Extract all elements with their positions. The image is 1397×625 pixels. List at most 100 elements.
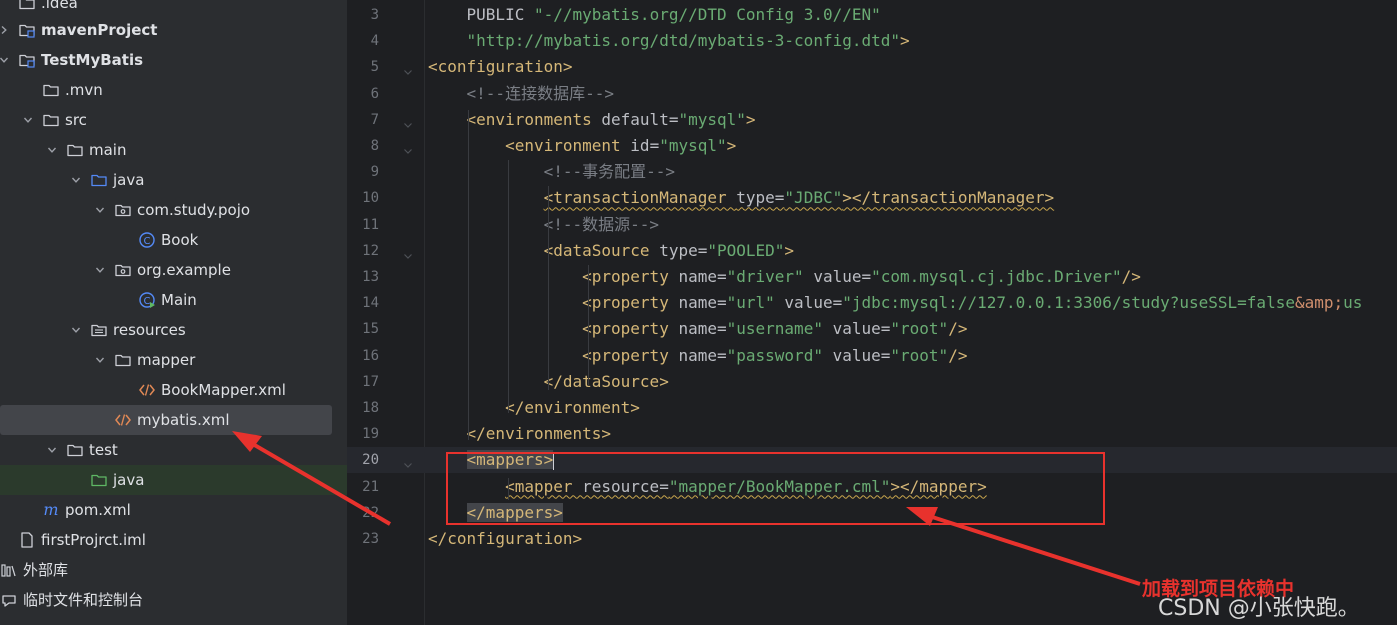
tree-item[interactable]: resources <box>0 315 347 345</box>
code-line[interactable]: 19 </environments> <box>347 421 1397 447</box>
chevron-down-icon[interactable] <box>46 435 58 465</box>
tree-item[interactable]: 临时文件和控制台 <box>0 585 347 615</box>
code-line[interactable]: 3 PUBLIC "-//mybatis.org//DTD Config 3.0… <box>347 2 1397 28</box>
code-line[interactable]: 22 </mappers> <box>347 500 1397 526</box>
code-line[interactable]: 8 <environment id="mysql"> <box>347 133 1397 159</box>
code-token: <mappers> <box>466 450 554 470</box>
code-line[interactable]: 18 </environment> <box>347 395 1397 421</box>
iml-file-icon <box>18 531 36 549</box>
code-line[interactable]: 10 <transactionManager type="JDBC"></tra… <box>347 185 1397 211</box>
code-text[interactable]: "http://mybatis.org/dtd/mybatis-3-config… <box>428 28 910 54</box>
tree-item[interactable]: TestMyBatis <box>0 45 347 75</box>
package-icon <box>114 261 132 279</box>
code-token: <environments <box>466 109 602 129</box>
text-caret <box>553 451 555 470</box>
code-text[interactable]: <mappers> <box>428 447 555 473</box>
tree-item[interactable]: BookMapper.xml <box>0 375 347 405</box>
line-number: 5 <box>370 59 379 76</box>
code-token: "mysql" <box>678 109 746 129</box>
xml-file-icon <box>114 411 132 429</box>
line-number: 4 <box>370 33 379 50</box>
chevron-down-icon[interactable] <box>94 195 106 225</box>
fold-icon[interactable] <box>403 62 413 76</box>
code-token: "password" <box>726 345 833 365</box>
code-text[interactable]: <configuration> <box>428 54 573 80</box>
code-text[interactable]: <transactionManager type="JDBC"></transa… <box>428 185 1055 211</box>
chevron-down-icon[interactable] <box>70 165 82 195</box>
chevron-down-icon[interactable] <box>94 345 106 375</box>
code-line[interactable]: 14 <property name="url" value="jdbc:mysq… <box>347 290 1397 316</box>
tree-item[interactable]: firstProjrct.iml <box>0 525 347 555</box>
code-text[interactable]: </mappers> <box>428 500 563 526</box>
chevron-down-icon[interactable] <box>22 105 34 135</box>
tree-item[interactable]: mapper <box>0 345 347 375</box>
code-text[interactable]: </environment> <box>428 395 640 421</box>
tree-item[interactable]: C Main <box>0 285 347 315</box>
tree-item[interactable]: mavenProject <box>0 15 347 45</box>
code-text[interactable]: <dataSource type="POOLED"> <box>428 238 794 264</box>
code-text[interactable]: <mapper resource="mapper/BookMapper.cml"… <box>428 474 987 500</box>
code-text[interactable]: <!--连接数据库--> <box>428 81 614 107</box>
tree-item[interactable]: com.study.pojo <box>0 195 347 225</box>
code-line[interactable]: 12 <dataSource type="POOLED"> <box>347 238 1397 264</box>
chevron-down-icon[interactable] <box>46 135 58 165</box>
code-line[interactable]: 7 <environments default="mysql"> <box>347 107 1397 133</box>
code-line[interactable]: 9 <!--事务配置--> <box>347 159 1397 185</box>
project-tree-panel: .idea mavenProject TestMyBatis .mvn src main j… <box>0 0 347 625</box>
code-token: "driver" <box>726 267 814 286</box>
code-token: <property <box>582 319 679 339</box>
code-text[interactable]: <property name="driver" value="com.mysql… <box>428 264 1141 290</box>
code-token: us <box>1343 293 1363 313</box>
code-line[interactable]: 17 </dataSource> <box>347 369 1397 395</box>
code-token: <!--连接数据库--> <box>466 83 614 103</box>
code-text[interactable]: <environments default="mysql"> <box>428 107 756 133</box>
code-line[interactable]: 13 <property name="driver" value="com.my… <box>347 264 1397 290</box>
tree-item[interactable]: .mvn <box>0 75 347 105</box>
tree-item-label: TestMyBatis <box>41 51 144 69</box>
code-text[interactable]: </configuration> <box>428 526 582 552</box>
tree-item[interactable]: mybatis.xml <box>0 405 332 435</box>
code-line[interactable]: 20 <mappers> <box>347 447 1397 474</box>
code-line[interactable]: 4 "http://mybatis.org/dtd/mybatis-3-conf… <box>347 28 1397 54</box>
tree-item[interactable]: m pom.xml <box>0 495 347 525</box>
code-line[interactable]: 6 <!--连接数据库--> <box>347 81 1397 107</box>
chevron-down-icon[interactable] <box>94 255 106 285</box>
fold-icon[interactable] <box>403 115 413 128</box>
code-line[interactable]: 16 <property name="password" value="root… <box>347 343 1397 369</box>
code-text[interactable]: <environment id="mysql"> <box>428 133 736 159</box>
chevron-down-icon[interactable] <box>0 45 10 75</box>
code-token: "root" <box>890 345 949 365</box>
line-number: 18 <box>362 400 379 416</box>
code-line[interactable]: 11 <!--数据源--> <box>347 212 1397 238</box>
code-line[interactable]: 15 <property name="username" value="root… <box>347 316 1397 342</box>
code-text[interactable]: <!--事务配置--> <box>428 159 675 185</box>
chevron-down-icon[interactable] <box>70 315 82 345</box>
tree-item[interactable]: main <box>0 135 347 165</box>
code-line[interactable]: 5 <configuration> <box>347 54 1397 80</box>
code-editor[interactable]: 3 PUBLIC "-//mybatis.org//DTD Config 3.0… <box>347 0 1397 625</box>
fold-icon[interactable] <box>403 141 413 154</box>
code-text[interactable]: PUBLIC "-//mybatis.org//DTD Config 3.0//… <box>428 2 881 28</box>
code-token: "jdbc:mysql://127.0.0.1:3306/study?useSS… <box>842 293 1295 313</box>
code-text[interactable]: <property name="url" value="jdbc:mysql:/… <box>428 290 1362 316</box>
code-text[interactable]: </environments> <box>428 421 612 447</box>
tree-item[interactable]: java <box>0 465 347 495</box>
tree-item[interactable]: C Book <box>0 225 347 255</box>
code-token: "JDBC" <box>784 188 843 208</box>
code-line[interactable]: 23 </configuration> <box>347 526 1397 552</box>
code-token: value= <box>784 293 843 313</box>
tree-item[interactable]: org.example <box>0 255 347 285</box>
code-text[interactable]: <!--数据源--> <box>428 212 659 238</box>
folder-icon <box>42 81 60 99</box>
tree-item[interactable]: src <box>0 105 347 135</box>
code-token: "POOLED" <box>707 240 785 260</box>
code-line[interactable]: 21 <mapper resource="mapper/BookMapper.c… <box>347 474 1397 500</box>
tree-item[interactable]: java <box>0 165 347 195</box>
tree-item[interactable]: 外部库 <box>0 555 347 585</box>
tree-item[interactable]: test <box>0 435 347 465</box>
fold-icon[interactable] <box>403 246 413 259</box>
chevron-right-icon[interactable] <box>0 15 10 45</box>
fold-icon[interactable] <box>403 455 413 469</box>
